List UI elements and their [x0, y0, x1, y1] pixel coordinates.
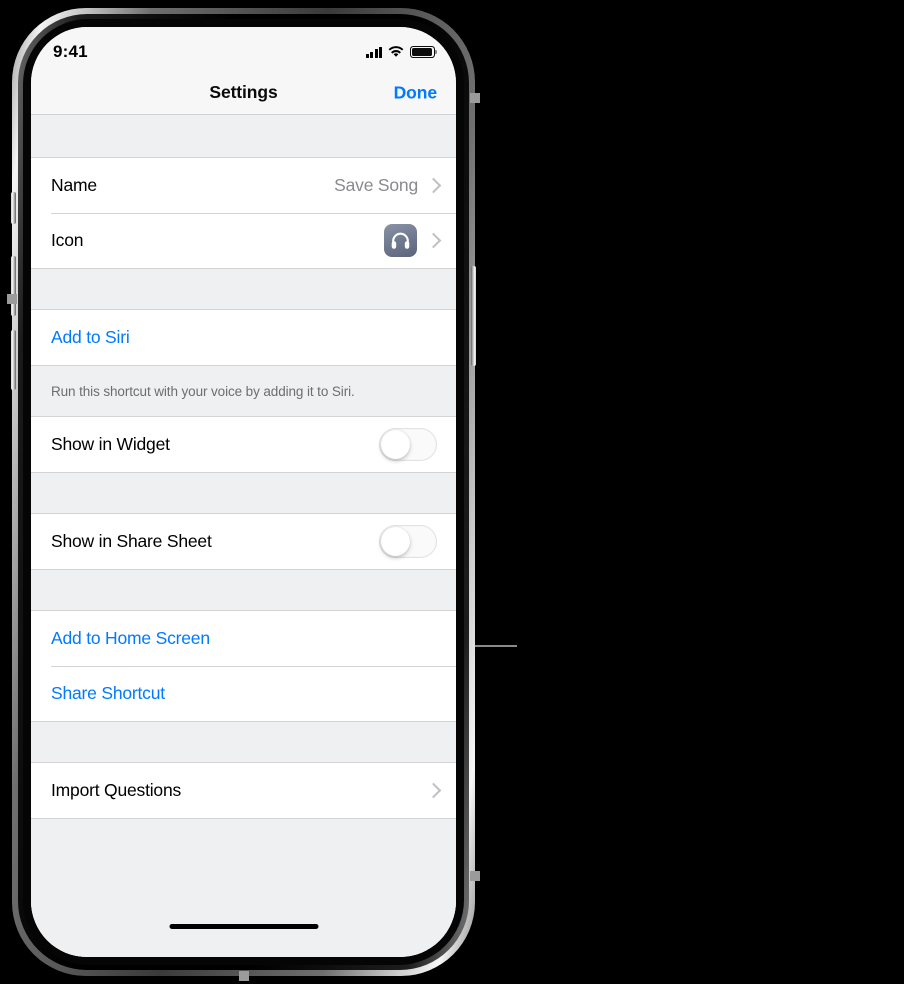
add-to-siri-label: Add to Siri — [51, 327, 130, 347]
import-questions-label: Import Questions — [51, 780, 182, 800]
list-top-spacer — [31, 116, 456, 158]
screenshot-stage: 9:41 Settings Done Name Save Song Icon A… — [0, 0, 904, 984]
show-in-widget-toggle[interactable] — [379, 428, 437, 461]
row-add-to-home-screen[interactable]: Add to Home Screen — [31, 611, 456, 666]
toggle-knob — [381, 430, 410, 459]
row-name-label: Name — [51, 175, 97, 195]
group-share-sheet: Show in Share Sheet — [31, 514, 456, 569]
group-actions: Add to Home Screen Share Shortcut — [31, 611, 456, 721]
home-indicator[interactable] — [169, 924, 318, 929]
chevron-right-icon — [428, 783, 437, 799]
row-name[interactable]: Name Save Song — [31, 158, 456, 213]
selection-handle-top-right[interactable] — [470, 93, 480, 103]
settings-list[interactable]: Name Save Song Icon Add to Siri Run this… — [31, 116, 456, 957]
volume-up-button[interactable] — [11, 256, 16, 316]
row-name-value: Save Song — [334, 175, 418, 195]
chevron-right-icon — [428, 233, 437, 249]
spacer-after-actions — [31, 721, 456, 763]
row-add-to-siri[interactable]: Add to Siri — [31, 310, 456, 365]
iphone-device-mockup: 9:41 Settings Done Name Save Song Icon A… — [7, 8, 480, 981]
show-in-share-sheet-label: Show in Share Sheet — [51, 531, 212, 551]
group-widget: Show in Widget — [31, 417, 456, 472]
headphones-icon — [384, 224, 417, 257]
spacer-after-share-sheet — [31, 569, 456, 611]
wifi-icon — [388, 46, 404, 58]
share-shortcut-label: Share Shortcut — [51, 683, 165, 703]
row-icon-label: Icon — [51, 230, 84, 250]
status-bar-indicators — [365, 40, 438, 58]
selection-handle-bottom-middle[interactable] — [238, 971, 249, 981]
group-siri: Add to Siri — [31, 310, 456, 365]
side-power-button[interactable] — [471, 266, 476, 366]
chevron-right-icon — [428, 178, 437, 194]
selection-handle-left[interactable] — [7, 294, 17, 304]
row-share-shortcut[interactable]: Share Shortcut — [31, 666, 456, 721]
show-in-widget-label: Show in Widget — [51, 434, 170, 454]
group-details: Name Save Song Icon — [31, 158, 456, 268]
spacer-after-details — [31, 268, 456, 310]
page-title: Settings — [209, 82, 278, 102]
status-bar-time: 9:41 — [53, 42, 88, 61]
navigation-bar: Settings Done — [31, 71, 456, 115]
status-bar: 9:41 — [31, 27, 456, 71]
add-to-home-screen-label: Add to Home Screen — [51, 628, 210, 648]
device-screen: 9:41 Settings Done Name Save Song Icon A… — [31, 27, 456, 957]
cellular-bars-icon — [365, 46, 382, 58]
list-bottom-spacer — [31, 818, 456, 957]
show-in-share-sheet-toggle[interactable] — [379, 525, 437, 558]
row-show-in-share-sheet[interactable]: Show in Share Sheet — [31, 514, 456, 569]
battery-full-icon — [410, 46, 438, 58]
spacer-after-widget — [31, 472, 456, 514]
group-import: Import Questions — [31, 763, 456, 818]
row-import-questions[interactable]: Import Questions — [31, 763, 456, 818]
done-button[interactable]: Done — [394, 82, 437, 103]
selection-handle-bottom-right[interactable] — [470, 871, 480, 881]
volume-down-button[interactable] — [11, 330, 16, 390]
siri-footer-note: Run this shortcut with your voice by add… — [31, 365, 456, 417]
mute-switch-button[interactable] — [11, 192, 16, 224]
toggle-knob — [381, 527, 410, 556]
siri-footer-text: Run this shortcut with your voice by add… — [51, 383, 355, 399]
row-show-in-widget[interactable]: Show in Widget — [31, 417, 456, 472]
row-icon[interactable]: Icon — [31, 213, 456, 268]
